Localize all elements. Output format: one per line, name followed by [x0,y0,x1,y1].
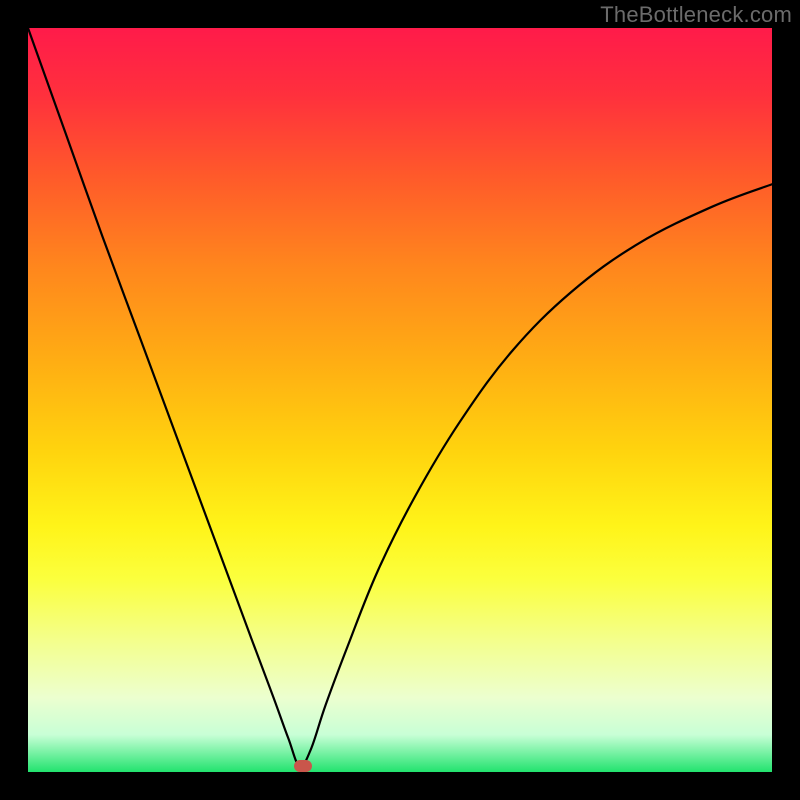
bottleneck-curve [28,28,772,766]
curve-svg [28,28,772,772]
optimal-point-marker [294,760,312,772]
plot-area [28,28,772,772]
watermark-text: TheBottleneck.com [600,2,792,28]
chart-frame: TheBottleneck.com [0,0,800,800]
